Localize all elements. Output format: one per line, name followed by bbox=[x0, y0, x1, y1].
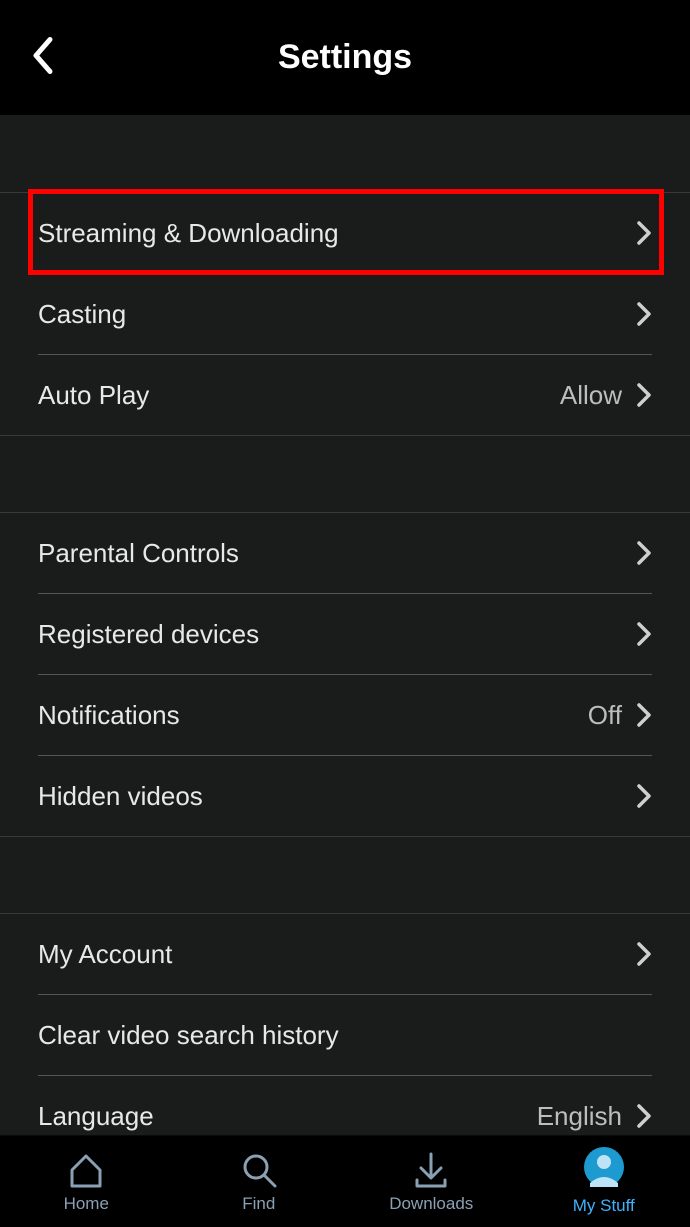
row-label: Clear video search history bbox=[38, 1020, 339, 1051]
row-value: Off bbox=[588, 700, 622, 731]
row-value: Allow bbox=[560, 380, 622, 411]
tab-bar: Home Find Downloads bbox=[0, 1135, 690, 1227]
home-icon bbox=[66, 1150, 106, 1190]
download-icon bbox=[411, 1150, 451, 1190]
row-auto-play[interactable]: Auto Play Allow bbox=[0, 355, 690, 435]
chevron-right-icon bbox=[636, 941, 652, 967]
chevron-right-icon bbox=[636, 382, 652, 408]
section-gap bbox=[0, 836, 690, 914]
row-label: Parental Controls bbox=[38, 538, 239, 569]
chevron-left-icon bbox=[30, 35, 58, 75]
row-clear-video-search-history[interactable]: Clear video search history bbox=[0, 995, 690, 1075]
row-label: Auto Play bbox=[38, 380, 149, 411]
chevron-right-icon bbox=[636, 220, 652, 246]
tab-label: Find bbox=[242, 1194, 275, 1214]
row-label: Notifications bbox=[38, 700, 180, 731]
chevron-right-icon bbox=[636, 702, 652, 728]
settings-group: My Account Clear video search history La… bbox=[0, 914, 690, 1135]
header: Settings bbox=[0, 0, 690, 115]
chevron-right-icon bbox=[636, 301, 652, 327]
settings-group: Streaming & Downloading Casting Auto Pla… bbox=[0, 193, 690, 435]
tab-label: My Stuff bbox=[573, 1196, 635, 1216]
row-label: Streaming & Downloading bbox=[38, 218, 339, 249]
row-label: Hidden videos bbox=[38, 781, 203, 812]
section-gap bbox=[0, 435, 690, 513]
row-language[interactable]: Language English bbox=[0, 1076, 690, 1135]
row-registered-devices[interactable]: Registered devices bbox=[0, 594, 690, 674]
row-parental-controls[interactable]: Parental Controls bbox=[0, 513, 690, 593]
row-label: Registered devices bbox=[38, 619, 259, 650]
chevron-right-icon bbox=[636, 621, 652, 647]
chevron-right-icon bbox=[636, 540, 652, 566]
back-button[interactable] bbox=[30, 35, 58, 80]
avatar-icon bbox=[584, 1147, 624, 1192]
row-value: English bbox=[537, 1101, 622, 1132]
search-icon bbox=[239, 1150, 279, 1190]
tab-label: Home bbox=[64, 1194, 109, 1214]
row-streaming-downloading[interactable]: Streaming & Downloading bbox=[0, 193, 690, 273]
chevron-right-icon bbox=[636, 783, 652, 809]
tab-label: Downloads bbox=[389, 1194, 473, 1214]
tab-home[interactable]: Home bbox=[0, 1150, 173, 1214]
row-hidden-videos[interactable]: Hidden videos bbox=[0, 756, 690, 836]
tab-my-stuff[interactable]: My Stuff bbox=[518, 1147, 690, 1216]
settings-content: Streaming & Downloading Casting Auto Pla… bbox=[0, 115, 690, 1135]
row-label: Casting bbox=[38, 299, 126, 330]
settings-group: Parental Controls Registered devices Not… bbox=[0, 513, 690, 836]
page-title: Settings bbox=[278, 38, 412, 77]
row-casting[interactable]: Casting bbox=[0, 274, 690, 354]
row-label: Language bbox=[38, 1101, 154, 1132]
row-label: My Account bbox=[38, 939, 172, 970]
row-my-account[interactable]: My Account bbox=[0, 914, 690, 994]
section-gap bbox=[0, 115, 690, 193]
row-notifications[interactable]: Notifications Off bbox=[0, 675, 690, 755]
tab-find[interactable]: Find bbox=[173, 1150, 346, 1214]
tab-downloads[interactable]: Downloads bbox=[345, 1150, 518, 1214]
chevron-right-icon bbox=[636, 1103, 652, 1129]
